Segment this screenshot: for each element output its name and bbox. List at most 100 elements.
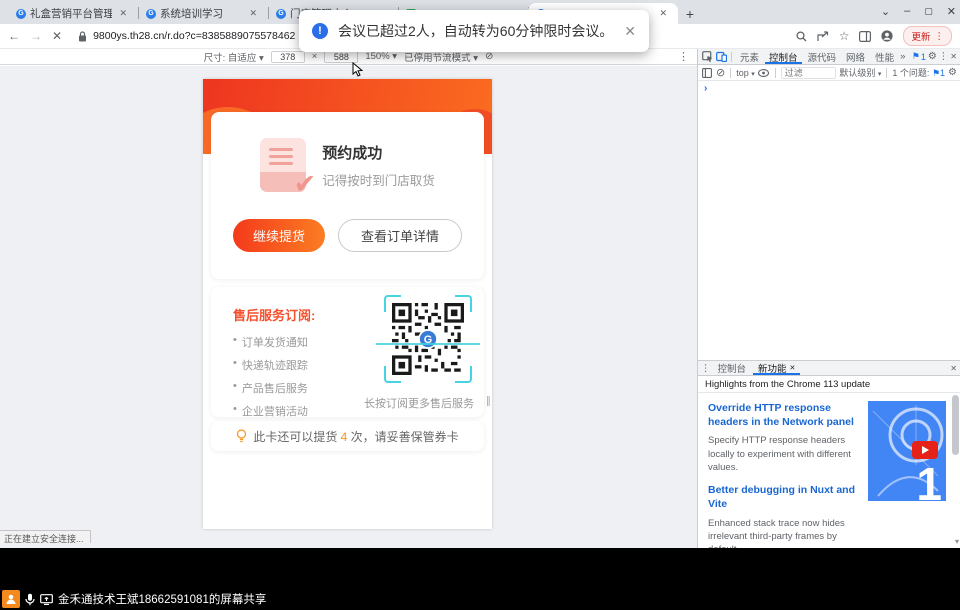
live-expression-eye-icon[interactable]	[758, 67, 770, 79]
after-sales-card: 售后服务订阅: •订单发货通知 •快递轨迹跟踪 •产品售后服务 •企业营销活动	[211, 287, 484, 417]
browser-window: G 礼盒营销平台管理中心 ✕ G 系统培训学习 ✕ G 门店管理中心 ✕ ✕ +	[0, 0, 960, 548]
drawer-menu-icon[interactable]: ⋮	[701, 363, 711, 374]
devtools-close-icon[interactable]: ✕	[950, 52, 957, 61]
view-order-button[interactable]: 查看订单详情	[338, 219, 462, 252]
whats-new-link[interactable]: Better debugging in Nuxt and Vite	[708, 483, 858, 511]
success-subtitle: 记得按时到门店取货	[322, 170, 435, 189]
tab-elements[interactable]: 元素	[736, 49, 763, 64]
clear-console-icon[interactable]: ⊘	[716, 66, 725, 79]
whats-new-desc: Enhanced stack trace now hides irrelevan…	[708, 517, 858, 548]
console-prompt-icon: ›	[704, 83, 707, 94]
console-toolbar: ⊘ top ▾ 默认级别 ▾ 1 个问题: ⚑1 ⚙	[698, 65, 960, 81]
drawer-scroll-arrow-icon[interactable]: ▾	[955, 537, 959, 546]
devtools-drawer: ⋮ 控制台 新功能✕ ✕ Highlights from the Chrome …	[698, 360, 960, 548]
continue-pickup-button[interactable]: 继续提货	[233, 219, 325, 252]
more-tabs-icon[interactable]: »	[900, 51, 905, 62]
inspect-element-icon[interactable]	[701, 51, 713, 63]
devtools-tab-bar: 元素 控制台 源代码 网络 性能 » ⚑1 ⚙ ⋮ ✕	[698, 49, 960, 65]
tab-gift-platform[interactable]: G 礼盒营销平台管理中心 ✕	[8, 3, 138, 24]
stop-reload-icon[interactable]: ✕	[52, 29, 62, 43]
share-icon[interactable]	[817, 31, 829, 42]
devtools-menu-icon[interactable]: ⋮	[939, 51, 949, 62]
thumbnail-number: 1	[916, 461, 942, 501]
tab-title: 系统培训学习	[160, 6, 242, 21]
tab-close-icon[interactable]: ✕	[656, 7, 670, 20]
drawer-tab-console[interactable]: 控制台	[713, 361, 752, 375]
forward-icon[interactable]: →	[30, 29, 42, 43]
throttle-off-icon: ⊘	[485, 51, 493, 62]
tab-close-icon[interactable]: ✕	[246, 7, 260, 20]
device-toolbar-more-icon[interactable]: ⋮	[678, 50, 689, 63]
window-maximize-icon[interactable]: ▢	[924, 6, 933, 17]
sharer-avatar	[2, 590, 20, 608]
youtube-play-icon[interactable]	[912, 441, 938, 459]
tab-sources[interactable]: 源代码	[804, 49, 841, 64]
qr-code-image: G	[392, 303, 464, 375]
issues-badge[interactable]: ⚑1	[912, 51, 926, 62]
success-title: 预约成功	[322, 142, 435, 163]
profile-avatar-icon[interactable]	[881, 30, 893, 42]
drawer-tab-bar: ⋮ 控制台 新功能✕ ✕	[698, 361, 960, 376]
qr-caption: 长按订阅更多售后服务	[364, 395, 474, 411]
mouse-cursor	[352, 62, 363, 77]
tab-favicon: G	[276, 9, 286, 19]
zoom-icon[interactable]	[796, 31, 807, 42]
tab-performance[interactable]: 性能	[871, 49, 898, 64]
console-context-select[interactable]: top ▾	[736, 68, 755, 78]
drawer-scrollbar-thumb[interactable]	[952, 395, 959, 455]
notification-close-icon[interactable]: ✕	[624, 23, 636, 40]
back-icon[interactable]: ←	[8, 29, 20, 43]
tab-close-icon[interactable]: ✕	[116, 7, 130, 20]
side-panel-icon[interactable]	[859, 31, 871, 42]
console-output-area[interactable]: ›	[698, 81, 960, 360]
window-menu-icon[interactable]: ⌄	[881, 5, 890, 18]
devtools-settings-icon[interactable]: ⚙	[928, 51, 937, 62]
zoom-select[interactable]: 150% ▾	[365, 51, 397, 62]
screen-share-label: 金禾通技术王斌18662591081的屏幕共享	[58, 591, 266, 607]
emulation-pane: 尺寸: 自适应 ▾ × 150% ▾ 已停用节流模式 ▾ ⊘ ⋮	[0, 49, 697, 548]
browser-status-text: 正在建立安全连接...	[0, 530, 91, 543]
device-viewport: ✔ 预约成功 记得按时到门店取货 继续提货 查看订单详情	[203, 79, 492, 529]
tab-network[interactable]: 网络	[842, 49, 869, 64]
qr-scan-line	[376, 343, 480, 345]
tab-title: 礼盒营销平台管理中心	[30, 6, 112, 21]
drawer-tab-close-icon[interactable]: ✕	[790, 364, 796, 372]
viewport-height-input[interactable]	[324, 51, 358, 63]
whats-new-link[interactable]: Override HTTP response headers in the Ne…	[708, 401, 858, 429]
dimensions-select[interactable]: 尺寸: 自适应 ▾	[204, 50, 264, 64]
devtools-panel: 元素 控制台 源代码 网络 性能 » ⚑1 ⚙ ⋮ ✕ ⊘ top ▾	[697, 49, 960, 548]
screen-share-icon	[40, 594, 53, 605]
console-settings-icon[interactable]: ⚙	[948, 67, 957, 78]
issues-counter[interactable]: 1 个问题: ⚑1	[892, 66, 945, 79]
whats-new-content: Override HTTP response headers in the Ne…	[698, 393, 960, 548]
device-toolbar-toggle-icon[interactable]	[715, 51, 727, 63]
update-more-icon[interactable]: ⋮	[935, 31, 945, 42]
whats-new-desc: Specify HTTP response headers locally to…	[708, 434, 858, 474]
screen-share-bar: 金禾通技术王斌18662591081的屏幕共享	[0, 588, 960, 610]
microphone-icon	[25, 593, 35, 606]
drawer-close-icon[interactable]: ✕	[950, 364, 957, 373]
window-minimize-icon[interactable]: –	[904, 5, 910, 17]
whats-new-thumbnail[interactable]: 1	[868, 401, 946, 501]
new-tab-button[interactable]: +	[678, 3, 702, 24]
tab-training[interactable]: G 系统培训学习 ✕	[138, 3, 268, 24]
lock-icon	[78, 31, 87, 42]
log-level-select[interactable]: 默认级别 ▾	[839, 66, 881, 79]
drawer-tab-whats-new[interactable]: 新功能✕	[753, 361, 800, 375]
console-filter-input[interactable]	[781, 67, 837, 79]
times-label: ×	[312, 51, 318, 62]
booking-success-card: ✔ 预约成功 记得按时到门店取货 继续提货 查看订单详情	[211, 112, 484, 279]
console-sidebar-icon[interactable]	[701, 67, 713, 79]
tab-favicon: G	[146, 9, 156, 19]
order-document-icon: ✔	[260, 138, 306, 192]
tab-console[interactable]: 控制台	[765, 49, 802, 64]
window-close-icon[interactable]: ✕	[947, 5, 956, 18]
bookmark-star-icon[interactable]: ☆	[839, 29, 850, 43]
tab-favicon: G	[16, 9, 26, 19]
pickup-tip-text: 此卡还可以提货 4 次，请妥善保管券卡	[253, 428, 458, 445]
viewport-width-input[interactable]	[271, 51, 305, 63]
viewport-resize-handle-right[interactable]: ∥	[486, 396, 492, 407]
subscribe-qr-code[interactable]: G	[384, 295, 472, 383]
meeting-notification: ! 会议已超过2人，自动转为60分钟限时会议。 ✕	[299, 10, 649, 52]
chrome-update-button[interactable]: 更新 ⋮	[903, 26, 952, 46]
